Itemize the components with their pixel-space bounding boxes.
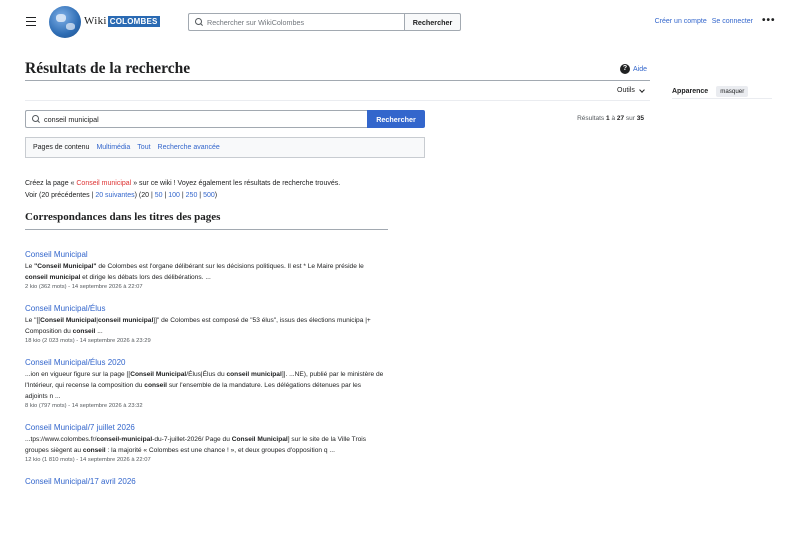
page-title: Résultats de la recherche [25,60,191,77]
results-count-prefix: Résultats [577,115,605,122]
header-search-input[interactable] [207,17,404,27]
help-icon: ? [620,64,630,74]
help-label[interactable]: Aide [633,66,647,73]
create-prefix: Créez la page « [25,180,75,187]
main-search-input[interactable] [44,114,367,124]
result-item: Conseil Municipal/Élus Le "[[Conseil Mun… [25,304,385,344]
result-snippet: Le "Conseil Municipal" de Colombes est l… [25,263,364,281]
result-snippet: Le "[[Conseil Municipal|conseil municipa… [25,317,371,335]
tools-dropdown[interactable]: Outils [617,86,645,94]
pagination-close: ) [214,192,218,199]
result-title[interactable]: Conseil Municipal/7 juillet 2026 [25,423,385,432]
result-meta: 18 kio (2 023 mots) - 14 septembre 2026 … [25,338,151,344]
help-link[interactable]: ? Aide [620,64,647,74]
appearance-hide-button[interactable]: masquer [716,86,749,97]
profile-all[interactable]: Tout [137,144,150,151]
login-link[interactable]: Se connecter [712,18,753,25]
site-logo[interactable] [49,6,81,38]
more-options-icon[interactable]: ••• [762,15,776,26]
main-search-field[interactable] [25,110,367,128]
site-wordmark[interactable]: Wiki COLOMBES [84,14,160,28]
results-count-from: 1 [606,115,610,122]
result-title[interactable]: Conseil Municipal/Élus [25,304,385,313]
result-title[interactable]: Conseil Municipal/17 avril 2026 [25,477,385,486]
result-snippet: ...tps://www.colombes.fr/conseil-municip… [25,436,367,454]
section-divider [25,229,388,230]
results-count-sep: à [611,115,616,122]
pagination-500[interactable]: 500 [203,192,215,199]
appearance-panel: Apparence masquer [672,86,749,97]
appearance-divider [672,98,772,99]
result-item: Conseil Municipal/Élus 2020 ...ion en vi… [25,358,385,409]
tools-divider [25,100,650,101]
create-page-link[interactable]: Conseil municipal [76,180,131,187]
result-title[interactable]: Conseil Municipal [25,250,385,259]
results-count-total: 35 [636,115,644,122]
create-page-line: Créez la page « Conseil municipal » sur … [25,178,340,190]
search-icon [195,18,203,26]
pagination-line: Voir (20 précédentes | 20 suivantes) (20… [25,192,218,199]
header-search-field[interactable] [188,13,404,31]
wordmark-site: COLOMBES [107,15,160,27]
main-search: Rechercher [25,110,425,128]
profile-multimedia[interactable]: Multimédia [96,144,130,151]
chevron-down-icon [639,86,645,93]
main-search-button[interactable]: Rechercher [367,110,425,128]
pagination-view: Voir (20 précédentes | [25,192,94,199]
pagination-paren: ) (20 | [134,192,153,199]
create-suffix: » sur ce wiki ! Voyez également les résu… [133,180,341,187]
result-meta: 12 kio (1 810 mots) - 14 septembre 2026 … [25,457,151,463]
header-search: Rechercher [188,13,461,31]
section-title: Correspondances dans les titres des page… [25,211,221,223]
search-icon [32,115,40,123]
result-item: Conseil Municipal/7 juillet 2026 ...tps:… [25,423,385,463]
header-search-button[interactable]: Rechercher [404,13,461,31]
search-profiles: Pages de contenu Multimédia Tout Recherc… [25,137,425,158]
wordmark-wiki: Wiki [84,15,107,27]
profile-advanced[interactable]: Recherche avancée [158,144,220,151]
result-meta: 8 kio (797 mots) - 14 septembre 2026 à 2… [25,403,143,409]
result-title[interactable]: Conseil Municipal/Élus 2020 [25,358,385,367]
pagination-50[interactable]: 50 [155,192,163,199]
appearance-label: Apparence [672,88,709,95]
result-meta: 2 kio (362 mots) - 14 septembre 2026 à 2… [25,284,143,290]
results-list: Conseil Municipal Le "Conseil Municipal"… [25,250,385,500]
results-count-of: sur [625,115,635,122]
pagination-100[interactable]: 100 [168,192,180,199]
tools-label: Outils [617,87,635,94]
results-count: Résultats 1 à 27 sur 35 [577,115,644,122]
result-item: Conseil Municipal/17 avril 2026 [25,477,385,486]
result-item: Conseil Municipal Le "Conseil Municipal"… [25,250,385,290]
result-snippet: ...ion en vigueur figure sur la page [[C… [25,371,384,400]
profile-content-pages[interactable]: Pages de contenu [33,144,89,151]
user-links: Créer un compte Se connecter [655,18,753,25]
main-menu-icon[interactable] [26,17,36,26]
title-divider [25,80,650,81]
search-info: Créez la page « Conseil municipal » sur … [25,178,340,202]
site-header: Wiki COLOMBES Rechercher Créer un compte… [0,0,800,44]
pagination-250[interactable]: 250 [186,192,198,199]
pagination-next[interactable]: 20 suivantes [95,192,134,199]
results-count-to: 27 [616,115,625,122]
create-account-link[interactable]: Créer un compte [655,18,707,25]
